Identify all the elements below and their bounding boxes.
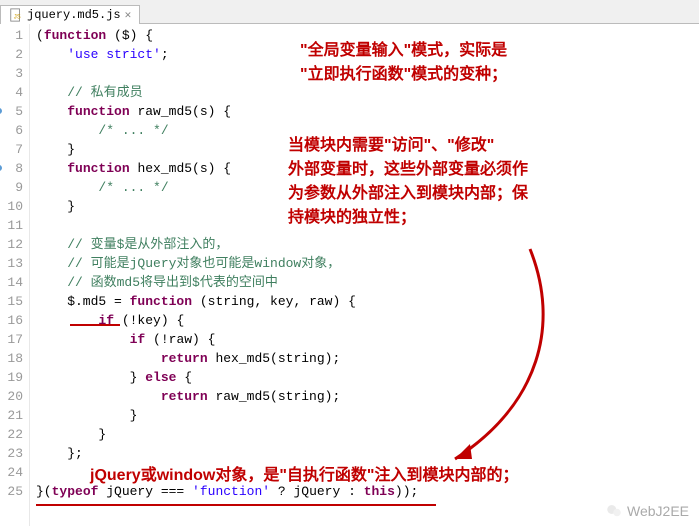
- code-line[interactable]: }: [36, 425, 699, 444]
- code-line[interactable]: return raw_md5(string);: [36, 387, 699, 406]
- code-area[interactable]: (function ($) { 'use strict'; // 私有成员 fu…: [30, 24, 699, 526]
- line-number: 3: [4, 64, 23, 83]
- line-number: 21: [4, 406, 23, 425]
- code-line[interactable]: }: [36, 197, 699, 216]
- line-number: 2: [4, 45, 23, 64]
- tab-filename: jquery.md5.js: [27, 8, 121, 22]
- line-number: 13: [4, 254, 23, 273]
- code-editor[interactable]: 1234567891011121314151617181920212223242…: [0, 24, 699, 526]
- code-line[interactable]: function hex_md5(s) {: [36, 159, 699, 178]
- tab-close-icon[interactable]: ✕: [125, 8, 132, 22]
- line-number: 16: [4, 311, 23, 330]
- code-line[interactable]: /* ... */: [36, 178, 699, 197]
- line-number: 19: [4, 368, 23, 387]
- line-number: 25: [4, 482, 23, 501]
- line-number: 22: [4, 425, 23, 444]
- code-line[interactable]: // 函数md5将导出到$代表的空间中: [36, 273, 699, 292]
- line-number: 9: [4, 178, 23, 197]
- line-number: 12: [4, 235, 23, 254]
- line-number-gutter: 1234567891011121314151617181920212223242…: [0, 24, 30, 526]
- code-line[interactable]: } else {: [36, 368, 699, 387]
- tab-bar: JS jquery.md5.js ✕: [0, 0, 699, 24]
- code-line[interactable]: function raw_md5(s) {: [36, 102, 699, 121]
- code-line[interactable]: 'use strict';: [36, 45, 699, 64]
- code-line[interactable]: };: [36, 444, 699, 463]
- line-number: 7: [4, 140, 23, 159]
- code-line[interactable]: $.md5 = function (string, key, raw) {: [36, 292, 699, 311]
- line-number: 18: [4, 349, 23, 368]
- code-line[interactable]: if (!key) {: [36, 311, 699, 330]
- line-number: 1: [4, 26, 23, 45]
- code-line[interactable]: [36, 463, 699, 482]
- watermark: WebJ2EE: [605, 502, 689, 520]
- code-line[interactable]: // 私有成员: [36, 83, 699, 102]
- line-number: 10: [4, 197, 23, 216]
- code-line[interactable]: // 可能是jQuery对象也可能是window对象，: [36, 254, 699, 273]
- js-file-icon: JS: [9, 8, 23, 22]
- line-number: 23: [4, 444, 23, 463]
- line-number: 14: [4, 273, 23, 292]
- code-line[interactable]: if (!raw) {: [36, 330, 699, 349]
- line-number: 6: [4, 121, 23, 140]
- code-line[interactable]: // 变量$是从外部注入的，: [36, 235, 699, 254]
- code-line[interactable]: }: [36, 406, 699, 425]
- code-line[interactable]: /* ... */: [36, 121, 699, 140]
- code-line[interactable]: [36, 216, 699, 235]
- line-number: 11: [4, 216, 23, 235]
- svg-text:JS: JS: [13, 14, 21, 21]
- code-line[interactable]: }: [36, 140, 699, 159]
- code-line[interactable]: return hex_md5(string);: [36, 349, 699, 368]
- line-number: 15: [4, 292, 23, 311]
- line-number: 5: [4, 102, 23, 121]
- code-line[interactable]: [36, 64, 699, 83]
- line-number: 17: [4, 330, 23, 349]
- line-number: 4: [4, 83, 23, 102]
- line-number: 24: [4, 463, 23, 482]
- code-line[interactable]: }(typeof jQuery === 'function' ? jQuery …: [36, 482, 699, 501]
- line-number: 8: [4, 159, 23, 178]
- file-tab[interactable]: JS jquery.md5.js ✕: [0, 5, 140, 24]
- code-line[interactable]: (function ($) {: [36, 26, 699, 45]
- line-number: 20: [4, 387, 23, 406]
- wechat-icon: [605, 502, 623, 520]
